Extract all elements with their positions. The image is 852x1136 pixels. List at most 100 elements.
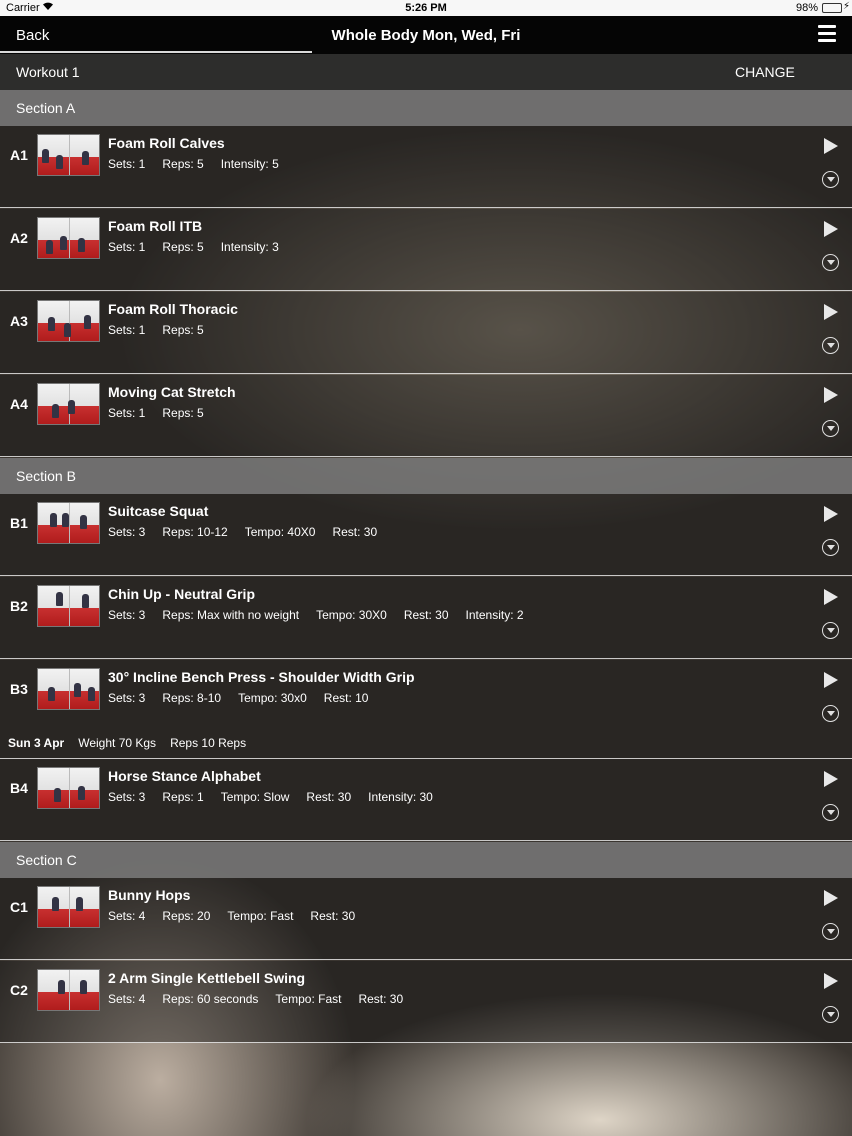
exercise-code: C1 [10, 899, 28, 915]
change-workout-button[interactable]: CHANGE [735, 64, 795, 80]
battery-percent: 98% [795, 2, 818, 14]
history-weight: Weight 70 Kgs [78, 736, 157, 750]
workout-bar: Workout 1 CHANGE [0, 54, 852, 90]
section-header: Section A [0, 90, 852, 126]
exercise-code: B2 [10, 598, 28, 614]
play-icon[interactable] [824, 973, 838, 989]
exercise-stats: Sets: 3 Reps: 8-10 Tempo: 30x0 Rest: 10 [108, 691, 385, 705]
expand-chevron-icon[interactable] [822, 1006, 839, 1023]
exercise-stats: Sets: 3 Reps: Max with no weight Tempo: 30… [108, 608, 541, 622]
workout-name: Workout 1 [16, 64, 80, 80]
stat-item: Rest: 30 [403, 608, 449, 622]
exercise-thumbnail[interactable] [37, 217, 100, 259]
stat-item: Reps: 20 [162, 909, 211, 923]
exercise-thumbnail[interactable] [37, 969, 100, 1011]
stat-item: Reps: 5 [162, 157, 204, 171]
exercise-code: A4 [10, 396, 28, 412]
stat-item: Sets: 1 [108, 157, 146, 171]
exercise-stats: Sets: 1 Reps: 5 [108, 323, 221, 337]
exercise-stats: Sets: 1 Reps: 5 [108, 406, 221, 420]
exercise-row[interactable]: B1 Suitcase Squat Sets: 3 Reps: 10-12 Tempo:… [0, 494, 852, 576]
stat-item: Reps: 60 seconds [162, 992, 259, 1006]
exercise-name: Horse Stance Alphabet [108, 768, 261, 784]
stat-item: Tempo: Slow [220, 790, 290, 804]
exercise-name: 2 Arm Single Kettlebell Swing [108, 970, 306, 986]
exercise-thumbnail[interactable] [37, 668, 100, 710]
navigation-bar: Back Whole Body Mon, Wed, Fri [0, 16, 852, 54]
play-icon[interactable] [824, 506, 838, 522]
play-icon[interactable] [824, 138, 838, 154]
history-date: Sun 3 Apr [8, 736, 65, 750]
nav-underline [0, 51, 312, 53]
stat-item: Sets: 1 [108, 323, 146, 337]
stat-item: Reps: 8-10 [162, 691, 222, 705]
exercise-code: B3 [10, 681, 28, 697]
stat-item: Tempo: Fast [227, 909, 294, 923]
stat-item: Rest: 30 [306, 790, 352, 804]
exercise-thumbnail[interactable] [37, 300, 100, 342]
stat-item: Rest: 30 [358, 992, 404, 1006]
exercise-thumbnail[interactable] [37, 767, 100, 809]
expand-chevron-icon[interactable] [822, 705, 839, 722]
play-icon[interactable] [824, 672, 838, 688]
exercise-row[interactable]: B4 Horse Stance Alphabet Sets: 3 Reps: 1 Tem… [0, 759, 852, 841]
stat-item: Sets: 3 [108, 790, 146, 804]
exercise-name: Foam Roll Calves [108, 135, 225, 151]
exercise-row[interactable]: A1 Foam Roll Calves Sets: 1 Reps: 5 Intensit… [0, 126, 852, 208]
clock: 5:26 PM [405, 2, 447, 14]
expand-chevron-icon[interactable] [822, 337, 839, 354]
battery-icon [822, 3, 842, 13]
play-icon[interactable] [824, 890, 838, 906]
page-title: Whole Body Mon, Wed, Fri [331, 27, 521, 44]
stat-item: Rest: 30 [332, 525, 378, 539]
exercise-thumbnail[interactable] [37, 502, 100, 544]
exercise-row[interactable]: A4 Moving Cat Stretch Sets: 1 Reps: 5 [0, 375, 852, 457]
exercise-row[interactable]: C1 Bunny Hops Sets: 4 Reps: 20 Tempo: Fast Re… [0, 878, 852, 960]
expand-chevron-icon[interactable] [822, 420, 839, 437]
exercise-code: A1 [10, 147, 28, 163]
play-icon[interactable] [824, 387, 838, 403]
play-icon[interactable] [824, 221, 838, 237]
expand-chevron-icon[interactable] [822, 171, 839, 188]
stat-item: Intensity: 3 [220, 240, 279, 254]
stat-item: Sets: 1 [108, 240, 146, 254]
stat-item: Reps: 5 [162, 240, 204, 254]
section-header: Section C [0, 842, 852, 878]
play-icon[interactable] [824, 589, 838, 605]
stat-item: Intensity: 2 [465, 608, 524, 622]
exercise-thumbnail[interactable] [37, 585, 100, 627]
stat-item: Sets: 3 [108, 691, 146, 705]
stat-item: Sets: 4 [108, 992, 146, 1006]
exercise-thumbnail[interactable] [37, 134, 100, 176]
exercise-code: C2 [10, 982, 28, 998]
exercise-name: Bunny Hops [108, 887, 191, 903]
exercise-thumbnail[interactable] [37, 383, 100, 425]
exercise-history: Sun 3 Apr Weight 70 Kgs Reps 10 Reps [8, 736, 260, 750]
expand-chevron-icon[interactable] [822, 804, 839, 821]
expand-chevron-icon[interactable] [822, 254, 839, 271]
history-reps: Reps 10 Reps [170, 736, 247, 750]
exercise-stats: Sets: 1 Reps: 5 Intensity: 3 [108, 240, 296, 254]
hamburger-menu-icon[interactable] [818, 25, 836, 43]
expand-chevron-icon[interactable] [822, 539, 839, 556]
exercise-row[interactable]: A2 Foam Roll ITB Sets: 1 Reps: 5 Intensity: … [0, 209, 852, 291]
exercise-row[interactable]: C2 2 Arm Single Kettlebell Swing Sets: 4 Re… [0, 961, 852, 1043]
play-icon[interactable] [824, 771, 838, 787]
expand-chevron-icon[interactable] [822, 622, 839, 639]
exercise-thumbnail[interactable] [37, 886, 100, 928]
exercise-stats: Sets: 3 Reps: 10-12 Tempo: 40X0 Rest: 30 [108, 525, 394, 539]
exercise-stats: Sets: 4 Reps: 20 Tempo: Fast Rest: 30 [108, 909, 372, 923]
exercise-row[interactable]: B2 Chin Up - Neutral Grip Sets: 3 Reps: Max… [0, 577, 852, 659]
exercise-stats: Sets: 1 Reps: 5 Intensity: 5 [108, 157, 296, 171]
exercise-row[interactable]: A3 Foam Roll Thoracic Sets: 1 Reps: 5 [0, 292, 852, 374]
play-icon[interactable] [824, 304, 838, 320]
charging-icon: ⚡ [842, 1, 850, 12]
exercise-name: 30° Incline Bench Press - Shoulder Width… [108, 669, 415, 685]
exercise-name: Suitcase Squat [108, 503, 209, 519]
exercise-row[interactable]: B3 30° Incline Bench Press - Shoulder Wid… [0, 660, 852, 759]
exercise-name: Chin Up - Neutral Grip [108, 586, 255, 602]
stat-item: Tempo: Fast [275, 992, 342, 1006]
expand-chevron-icon[interactable] [822, 923, 839, 940]
stat-item: Tempo: 30X0 [316, 608, 387, 622]
stat-item: Tempo: 40X0 [244, 525, 316, 539]
